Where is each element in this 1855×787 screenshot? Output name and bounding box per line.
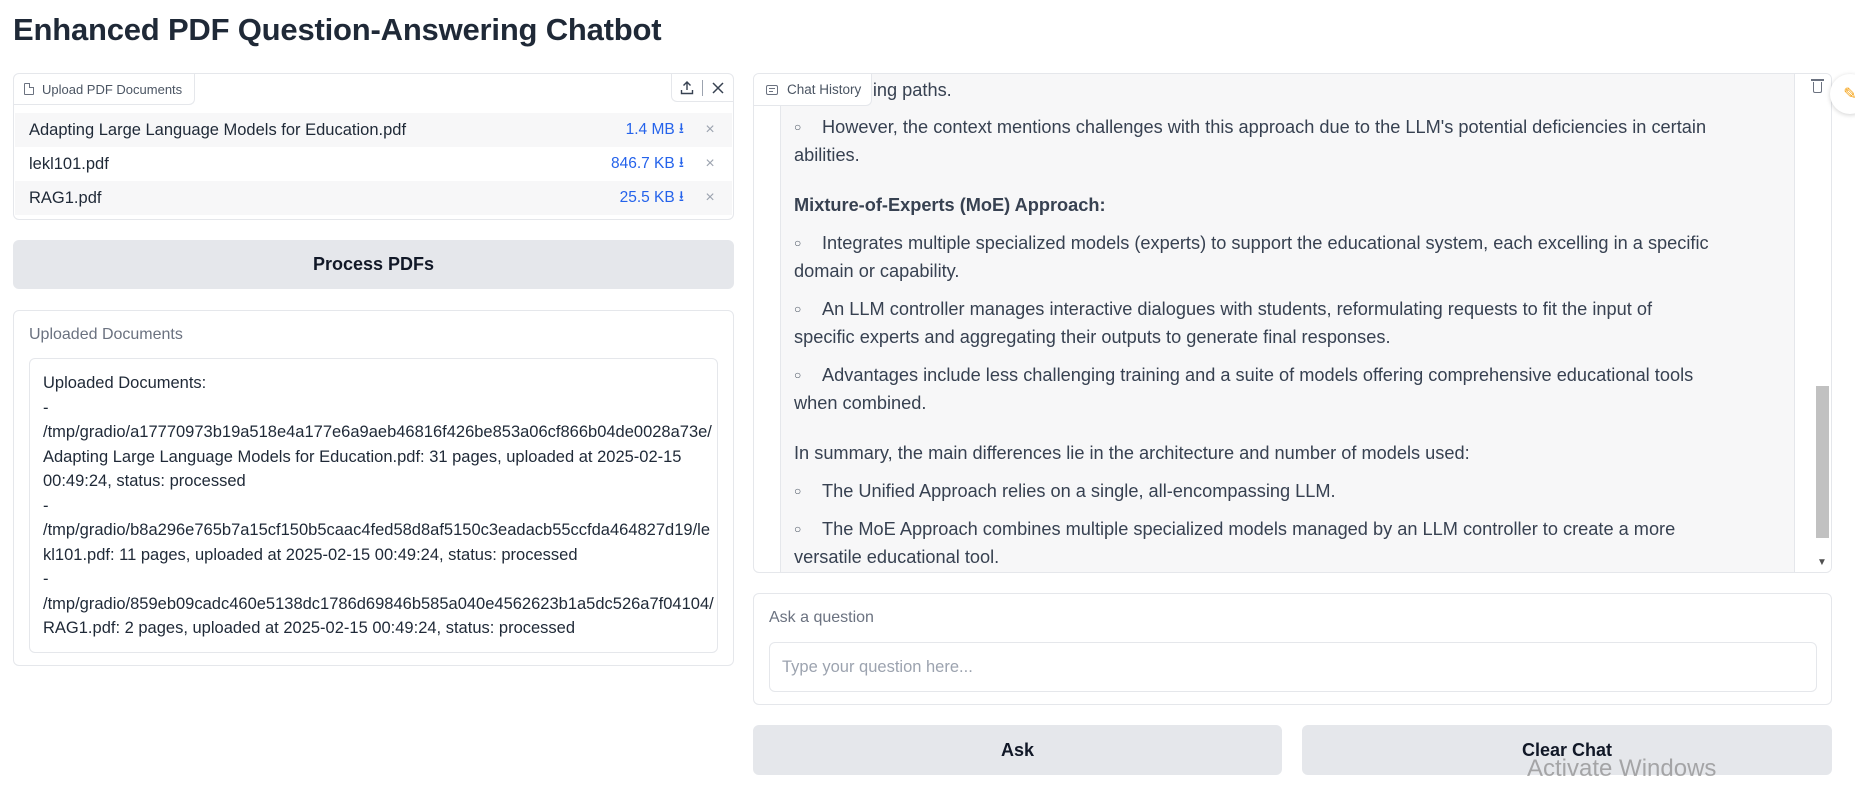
doc-line: - — [43, 570, 49, 588]
chat-message: ized learning paths. ○ However, the conte… — [780, 74, 1795, 572]
chat-line: versatile educational tool. — [794, 543, 999, 571]
uploaded-documents-textbox[interactable]: Uploaded Documents: - /tmp/gradio/a17770… — [29, 358, 718, 653]
chat-line: when combined. — [794, 389, 926, 417]
bullet-icon: ○ — [794, 484, 802, 498]
file-name: RAG1.pdf — [29, 188, 102, 207]
chat-bullet-line: ○ Integrates multiple specialized models … — [794, 229, 1709, 257]
chat-bullet-line: ○ The MoE Approach combines multiple spec… — [794, 515, 1675, 543]
chat-text: The Unified Approach relies on a single,… — [822, 481, 1336, 501]
chat-text: abilities. — [794, 145, 860, 165]
doc-line: Adapting Large Language Models for Educa… — [43, 447, 682, 466]
chat-text: versatile educational tool. — [794, 547, 1000, 567]
question-input[interactable] — [769, 642, 1817, 692]
ask-question-panel: Ask a question — [753, 593, 1832, 705]
upload-pdf-panel[interactable]: Upload PDF Documents Adapting Large Lang… — [13, 73, 734, 220]
download-icon[interactable]: ⭳ — [679, 186, 684, 211]
doc-line: Uploaded Documents: — [43, 374, 207, 392]
chat-text: specific experts and aggregating their o… — [794, 327, 1391, 347]
doc-line: 00:49:24, status: processed — [43, 472, 246, 490]
chat-text: Integrates multiple specialized models (… — [822, 233, 1709, 253]
scroll-down-icon[interactable]: ▼ — [1817, 557, 1827, 568]
ask-button[interactable]: Ask — [753, 725, 1282, 775]
doc-line: RAG1.pdf: 2 pages, uploaded at 2025-02-1… — [43, 619, 576, 637]
upload-label-text: Upload PDF Documents — [42, 81, 183, 97]
chat-line: domain or capability. — [794, 257, 959, 285]
bullet-icon: ○ — [794, 120, 802, 134]
doc-line: - — [43, 398, 49, 417]
chat-icon — [766, 84, 778, 95]
chat-bullet-line: ○ The Unified Approach relies on a single… — [794, 477, 1336, 505]
chat-text: However, the context mentions challenges… — [822, 117, 1707, 137]
bullet-icon: ○ — [794, 368, 802, 382]
file-size-download-link[interactable]: 846.7 KB — [611, 155, 675, 173]
file-row: lekl101.pdf 846.7 KB ⭳ × — [15, 147, 732, 181]
file-icon — [24, 83, 34, 95]
process-pdfs-button[interactable]: Process PDFs — [13, 240, 734, 289]
chat-history-label-text: Chat History — [787, 82, 862, 97]
activate-windows-watermark: Activate Windows — [1527, 755, 1717, 782]
chat-bullet-line: ○ Advantages include less challenging tra… — [794, 361, 1693, 389]
doc-line: - — [43, 496, 49, 515]
doc-line: /tmp/gradio/b8a296e765b7a15cf150b5caac4f… — [43, 521, 710, 539]
file-list: Adapting Large Language Models for Educa… — [15, 113, 732, 215]
upload-toolbar — [671, 74, 733, 102]
remove-file-icon[interactable]: × — [702, 189, 718, 207]
download-icon[interactable]: ⭳ — [679, 118, 684, 143]
download-icon[interactable]: ⭳ — [679, 152, 684, 177]
remove-file-icon[interactable]: × — [702, 155, 718, 173]
file-size-download-link[interactable]: 25.5 KB — [620, 189, 675, 207]
uploaded-documents-panel: Uploaded Documents Uploaded Documents: -… — [13, 310, 734, 666]
remove-file-icon[interactable]: × — [702, 121, 718, 139]
toolbar-divider — [702, 79, 703, 96]
chat-text: Advantages include less challenging trai… — [822, 365, 1694, 385]
chat-line: In summary, the main differences lie in … — [794, 439, 1470, 467]
bullet-icon: ○ — [794, 302, 802, 316]
file-row: RAG1.pdf 25.5 KB ⭳ × — [15, 181, 732, 215]
chat-text: domain or capability. — [794, 261, 960, 281]
chat-line: abilities. — [794, 141, 860, 169]
scrollbar-thumb[interactable] — [1816, 386, 1829, 538]
chat-bullet-line: ○ An LLM controller manages interactive d… — [794, 295, 1652, 323]
file-size-download-link[interactable]: 1.4 MB — [626, 121, 675, 139]
bullet-icon: ○ — [794, 522, 802, 536]
doc-line: /tmp/gradio/859eb09cadc460e5138dc1786d69… — [43, 594, 714, 613]
bullet-icon: ○ — [794, 236, 802, 250]
chat-text: An LLM controller manages interactive di… — [822, 299, 1653, 319]
doc-line: /tmp/gradio/a17770973b19a518e4a177e6a9ae… — [43, 423, 712, 441]
upload-label: Upload PDF Documents — [14, 74, 196, 105]
close-icon[interactable] — [707, 77, 729, 99]
uploaded-documents-label: Uploaded Documents — [29, 326, 183, 343]
chat-history-panel[interactable]: ized learning paths. ○ However, the conte… — [753, 73, 1832, 573]
chat-bullet-line: ○ However, the context mentions challenge… — [794, 113, 1706, 141]
ask-question-label: Ask a question — [769, 609, 874, 626]
chat-text: Mixture-of-Experts (MoE) Approach: — [794, 195, 1106, 215]
file-name: Adapting Large Language Models for Educa… — [29, 120, 407, 139]
chat-text: The MoE Approach combines multiple speci… — [822, 519, 1676, 539]
chat-text: In summary, the main differences lie in … — [794, 443, 1470, 463]
chat-line: specific experts and aggregating their o… — [794, 323, 1391, 351]
file-name: lekl101.pdf — [29, 154, 109, 173]
floating-badge-icon[interactable]: ✎ — [1830, 74, 1855, 114]
chat-scrollbar[interactable]: ▼ — [1813, 74, 1831, 572]
chat-text: when combined. — [794, 393, 927, 413]
chat-history-label: Chat History — [754, 74, 873, 106]
file-row: Adapting Large Language Models for Educa… — [15, 113, 732, 147]
page-title: Enhanced PDF Question-Answering Chatbot — [13, 12, 662, 47]
chat-heading: Mixture-of-Experts (MoE) Approach: — [794, 191, 1106, 219]
trash-icon[interactable] — [1811, 78, 1824, 93]
doc-line: kl101.pdf: 11 pages, uploaded at 2025-02… — [43, 545, 578, 564]
upload-icon[interactable] — [676, 77, 698, 99]
